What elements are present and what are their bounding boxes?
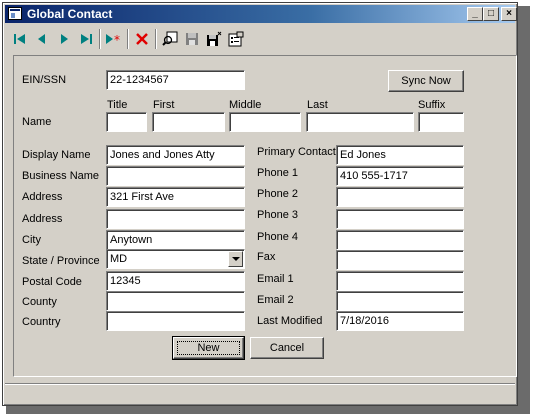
display-name-label: Display Name: [22, 149, 91, 161]
address-2-field[interactable]: [106, 209, 245, 229]
close-button[interactable]: ×: [501, 7, 517, 21]
minimize-button[interactable]: _: [467, 7, 483, 21]
last-record-icon: [81, 34, 92, 44]
toolbar: *: [5, 24, 515, 52]
phone-4-label: Phone 4: [257, 231, 298, 243]
email-1-field[interactable]: [336, 271, 464, 291]
first-record-button[interactable]: [11, 30, 29, 48]
phone-3-field[interactable]: [336, 209, 464, 229]
delete-record-button[interactable]: [133, 30, 151, 48]
last-modified-label: Last Modified: [257, 315, 323, 327]
previous-record-icon: [38, 34, 45, 44]
delete-record-icon: [136, 33, 148, 45]
primary-contact-label: Primary Contact: [257, 146, 336, 158]
next-record-button[interactable]: [55, 30, 73, 48]
name-suffix-field[interactable]: [418, 112, 464, 132]
global-contact-window: Global Contact _ □ × * EIN/SSN 22-123456…: [2, 2, 518, 406]
state-province-value: MD: [110, 253, 128, 265]
name-title-header: Title: [107, 99, 128, 111]
name-middle-field[interactable]: [229, 112, 301, 132]
name-first-header: First: [153, 99, 175, 111]
fax-field[interactable]: [336, 250, 464, 270]
name-label: Name: [22, 116, 52, 128]
name-suffix-header: Suffix: [418, 99, 446, 111]
business-name-field[interactable]: [106, 166, 245, 186]
county-label: County: [22, 296, 57, 308]
toolbar-separator: [127, 29, 129, 49]
address-1-field[interactable]: 321 First Ave: [106, 187, 245, 207]
name-last-header: Last: [307, 99, 328, 111]
next-record-icon: [61, 34, 68, 44]
svg-text:*: *: [114, 33, 120, 45]
name-last-field[interactable]: [306, 112, 414, 132]
phone-2-label: Phone 2: [257, 188, 298, 200]
last-record-button[interactable]: [77, 30, 95, 48]
display-name-field[interactable]: Jones and Jones Atty: [106, 145, 245, 165]
email-2-label: Email 2: [257, 294, 294, 306]
ein-field[interactable]: 22-1234567: [106, 70, 245, 90]
name-middle-header: Middle: [229, 99, 262, 111]
name-first-field[interactable]: [152, 112, 225, 132]
cancel-button[interactable]: Cancel: [250, 337, 324, 359]
first-record-icon: [14, 34, 25, 44]
maximize-button[interactable]: □: [483, 7, 499, 21]
minimize-icon: _: [472, 8, 478, 19]
city-label: City: [22, 234, 41, 246]
title-bar[interactable]: Global Contact _ □ ×: [5, 5, 517, 23]
find-button[interactable]: [161, 30, 179, 48]
previous-record-button[interactable]: [33, 30, 51, 48]
sync-now-button[interactable]: Sync Now: [388, 70, 464, 92]
name-title-field[interactable]: [106, 112, 147, 132]
chevron-down-icon[interactable]: [228, 251, 243, 267]
country-field[interactable]: [106, 311, 245, 331]
ein-label: EIN/SSN: [22, 74, 67, 86]
phone-1-field[interactable]: 410 555-1717: [336, 166, 464, 186]
new-record-icon: *: [106, 33, 120, 45]
cancel-button-label: Cancel: [269, 342, 305, 354]
fax-label: Fax: [257, 251, 276, 263]
app-icon: [8, 7, 22, 20]
properties-button[interactable]: [227, 30, 245, 48]
phone-4-field[interactable]: [336, 230, 464, 250]
state-province-label: State / Province: [22, 255, 100, 267]
save-close-icon: [207, 31, 222, 46]
county-field[interactable]: [106, 291, 245, 311]
postal-code-field[interactable]: 12345: [106, 271, 245, 291]
last-modified-field: 7/18/2016: [336, 311, 464, 331]
email-2-field[interactable]: [336, 291, 464, 311]
status-bar: [5, 383, 515, 403]
properties-icon: [228, 31, 244, 47]
postal-code-label: Postal Code: [22, 276, 82, 288]
phone-2-field[interactable]: [336, 187, 464, 207]
maximize-icon: □: [487, 8, 495, 19]
find-icon: [162, 31, 178, 46]
country-label: Country: [22, 316, 61, 328]
address-2-label: Address: [22, 213, 63, 225]
new-button[interactable]: New: [172, 336, 245, 360]
focus-rectangle: [177, 341, 240, 355]
phone-1-label: Phone 1: [257, 167, 298, 179]
primary-contact-field[interactable]: Ed Jones: [336, 145, 464, 165]
sync-now-label: Sync Now: [401, 75, 451, 87]
save-close-button[interactable]: [205, 30, 223, 48]
address-1-label: Address: [22, 191, 63, 203]
save-icon: [186, 33, 198, 45]
business-name-label: Business Name: [22, 170, 100, 182]
email-1-label: Email 1: [257, 273, 294, 285]
window-title: Global Contact: [27, 7, 113, 21]
state-province-select[interactable]: MD: [106, 249, 245, 269]
city-field[interactable]: Anytown: [106, 230, 245, 250]
close-icon: ×: [506, 8, 512, 19]
new-record-button[interactable]: *: [105, 30, 123, 48]
toolbar-separator: [99, 29, 101, 49]
phone-3-label: Phone 3: [257, 209, 298, 221]
save-button[interactable]: [183, 30, 201, 48]
toolbar-separator: [155, 29, 157, 49]
